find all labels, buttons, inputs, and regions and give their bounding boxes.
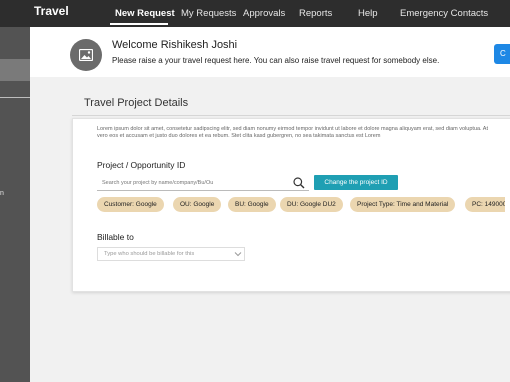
welcome-subtitle: Please raise a your travel request here.… xyxy=(112,56,440,65)
billable-to-label: Billable to xyxy=(97,232,134,242)
sidebar: n xyxy=(0,27,30,382)
chip-pc: PC: 1490000 xyxy=(465,197,505,212)
create-request-button[interactable]: C xyxy=(494,44,510,64)
nav-item-my-requests[interactable]: My Requests xyxy=(181,8,236,19)
nav-item-new-request[interactable]: New Request xyxy=(115,8,175,19)
welcome-banner: Welcome Rishikesh Joshi Please raise a y… xyxy=(30,27,510,77)
avatar xyxy=(70,39,102,71)
sidebar-item-active[interactable] xyxy=(0,59,30,81)
section-divider xyxy=(72,115,510,116)
chip-project-type: Project Type: Time and Material xyxy=(350,197,456,212)
app-title: Travel xyxy=(34,4,69,18)
project-search-input[interactable] xyxy=(97,176,287,190)
project-search xyxy=(97,176,309,191)
billable-to-placeholder: Type who should be billable for this xyxy=(104,251,195,257)
project-details-card: Lorem ipsum dolor sit amet, consetetur s… xyxy=(72,118,510,292)
sidebar-divider xyxy=(0,97,30,98)
chip-ou: OU: Google xyxy=(173,197,222,212)
image-icon xyxy=(79,49,93,61)
chip-customer: Customer: Google xyxy=(97,197,164,212)
welcome-title: Welcome Rishikesh Joshi xyxy=(112,39,238,51)
chip-du: DU: Google DU2 xyxy=(280,197,343,212)
top-navigation-bar: Travel New Request My Requests Approvals… xyxy=(0,0,510,27)
nav-item-help[interactable]: Help xyxy=(358,8,378,19)
billable-to-select[interactable]: Type who should be billable for this xyxy=(97,247,245,261)
section-title: Travel Project Details xyxy=(84,97,189,109)
change-project-id-button[interactable]: Change the project ID xyxy=(314,175,398,190)
nav-item-reports[interactable]: Reports xyxy=(299,8,332,19)
active-tab-indicator xyxy=(110,23,168,25)
nav-item-emergency-contacts[interactable]: Emergency Contacts xyxy=(400,8,488,19)
chip-bu: BU: Google xyxy=(228,197,276,212)
nav-item-approvals[interactable]: Approvals xyxy=(243,8,285,19)
section-description: Lorem ipsum dolor sit amet, consetetur s… xyxy=(97,126,489,139)
project-id-label: Project / Opportunity ID xyxy=(97,160,186,170)
search-icon[interactable] xyxy=(293,177,305,189)
sidebar-item-label[interactable]: n xyxy=(0,190,4,197)
chevron-down-icon xyxy=(234,252,242,257)
